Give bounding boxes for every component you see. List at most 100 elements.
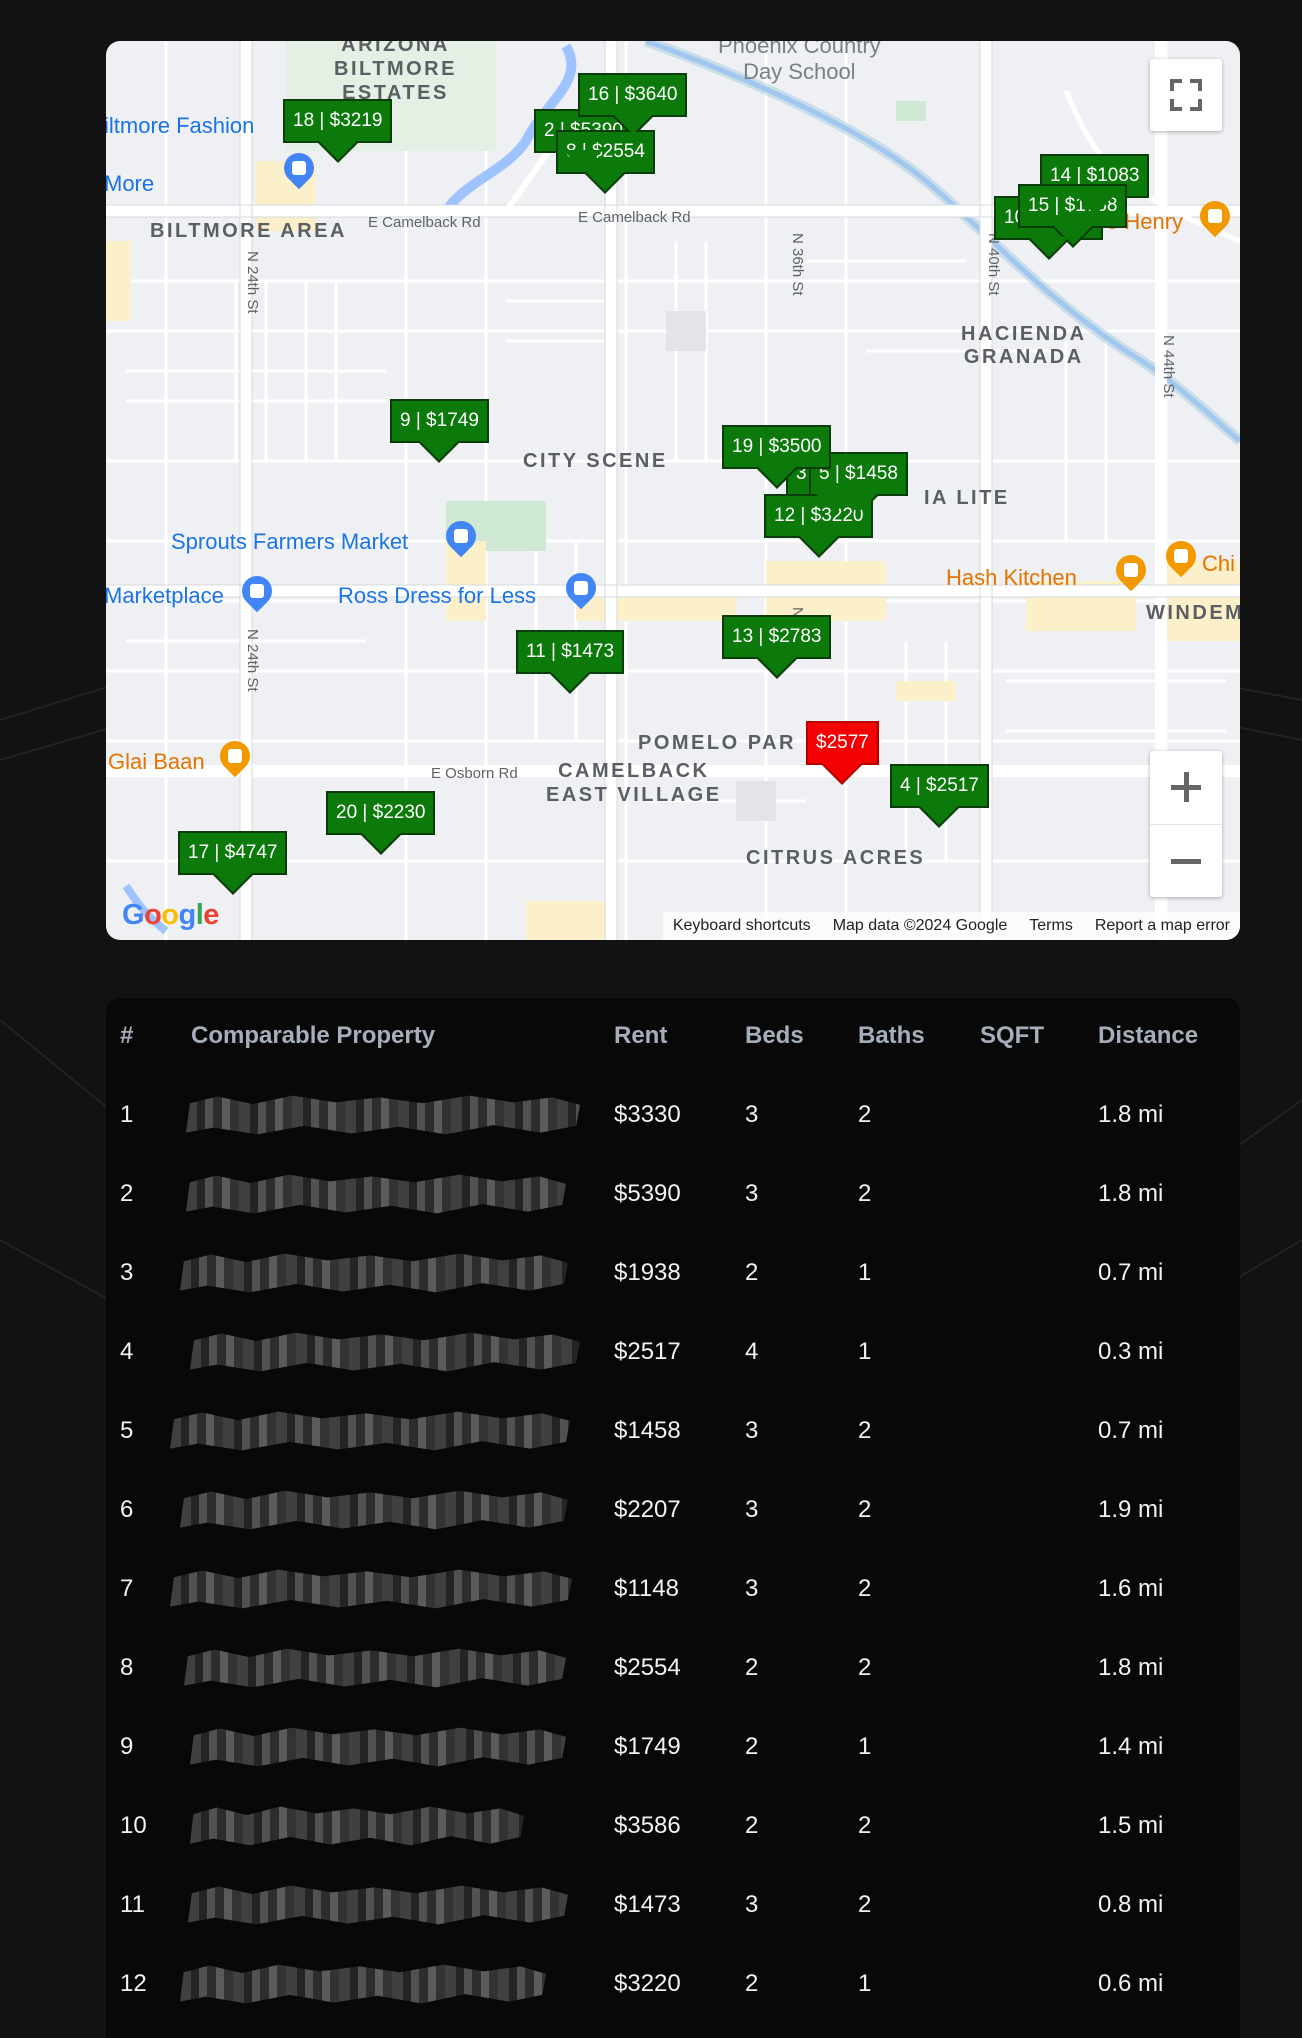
cell-beds: 2 [745, 1259, 759, 1286]
street-label-camelback-2: E Camelback Rd [578, 209, 691, 226]
cell-distance: 1.4 mi [1098, 1733, 1164, 1760]
street-label-camelback-1: E Camelback Rd [368, 214, 481, 231]
cell-baths: 1 [858, 1733, 872, 1760]
cell-rent: $1938 [614, 1259, 681, 1286]
cell-num: 8 [120, 1654, 134, 1681]
area-label-citrus-acres: CITRUS ACRES [746, 847, 926, 869]
area-label-camelback-east-village: CAMELBACK EAST VILLAGE [546, 760, 722, 806]
cell-rent: $1473 [614, 1891, 681, 1918]
cell-num: 12 [120, 1970, 147, 1997]
fullscreen-button[interactable] [1150, 59, 1222, 131]
cell-rent: $1749 [614, 1733, 681, 1760]
zoom-in-button[interactable] [1150, 751, 1222, 824]
comparables-map[interactable]: ARIZONA BILTMORE ESTATES BILTMORE AREA H… [106, 41, 1240, 940]
zoom-controls [1150, 751, 1222, 897]
poi-chi: Chi [1202, 551, 1236, 576]
cell-num: 10 [120, 1812, 147, 1839]
header-distance: Distance [1098, 1022, 1199, 1049]
map-marker-13[interactable]: 13 | $2783 [722, 615, 832, 679]
map-marker-17[interactable]: 17 | $4747 [178, 831, 288, 895]
area-label-arizona-biltmore: ARIZONA BILTMORE ESTATES [334, 41, 457, 104]
map-marker-19[interactable]: 19 | $3500 [722, 425, 832, 489]
cell-num: 4 [120, 1338, 134, 1365]
cell-baths: 2 [858, 1417, 872, 1444]
cell-beds: 2 [745, 1812, 759, 1839]
cell-distance: 0.8 mi [1098, 1891, 1164, 1918]
map-marker-20[interactable]: 20 | $2230 [326, 791, 436, 855]
map-data-text: Map data ©2024 Google [832, 917, 1008, 934]
cell-beds: 2 [745, 1970, 759, 1997]
terms-link[interactable]: Terms [1029, 917, 1073, 935]
street-label-44th: N 44th St [1160, 335, 1177, 398]
map-marker-4[interactable]: 4 | $2517 [890, 764, 989, 828]
street-label-24th-2: N 24th St [244, 629, 261, 692]
google-logo: Google [122, 899, 219, 931]
street-label-24th-1: N 24th St [244, 251, 261, 314]
zoom-out-button[interactable] [1150, 824, 1222, 897]
street-label-36th: N 36th St [789, 233, 806, 296]
poi-more: More [106, 171, 155, 196]
poi-hash-kitchen: Hash Kitchen [946, 565, 1077, 590]
cell-rent: $5390 [614, 1180, 681, 1207]
cell-rent: $2207 [614, 1496, 681, 1523]
map-marker-16[interactable]: 16 | $3640 [578, 73, 688, 137]
street-label-osborn: E Osborn Rd [431, 765, 518, 782]
poi-marketplace: Marketplace [106, 583, 224, 608]
map-marker-11[interactable]: 11 | $1473 [516, 630, 625, 694]
cell-rent: $3330 [614, 1101, 681, 1128]
cell-num: 9 [120, 1733, 134, 1760]
cell-rent: $2517 [614, 1338, 681, 1365]
cell-distance: 1.6 mi [1098, 1575, 1164, 1602]
cell-num: 1 [120, 1101, 134, 1128]
cell-distance: 0.6 mi [1098, 1970, 1164, 1997]
cell-rent: $2554 [614, 1654, 681, 1681]
cell-baths: 2 [858, 1891, 872, 1918]
poi-sprouts: Sprouts Farmers Market [171, 529, 409, 554]
header-beds: Beds [745, 1022, 804, 1049]
cell-beds: 4 [745, 1338, 759, 1365]
area-label-winden: WINDEM [1146, 602, 1240, 624]
minus-icon [1171, 859, 1201, 864]
map-marker-9[interactable]: 9 | $1749 [390, 399, 489, 463]
cell-num: 6 [120, 1496, 134, 1523]
poi-phoenix-country-day: Phoenix Country Day School [718, 41, 881, 84]
cell-num: 3 [120, 1259, 134, 1286]
cell-distance: 1.5 mi [1098, 1812, 1164, 1839]
cell-beds: 2 [745, 1733, 759, 1760]
cell-distance: 1.9 mi [1098, 1496, 1164, 1523]
cell-baths: 1 [858, 1970, 872, 1997]
cell-distance: 0.7 mi [1098, 1417, 1164, 1444]
map-marker-subject[interactable]: $2577 [806, 721, 879, 785]
report-map-error-link[interactable]: Report a map error [1095, 917, 1230, 935]
cell-distance: 0.7 mi [1098, 1259, 1164, 1286]
cell-num: 2 [120, 1180, 134, 1207]
poi-biltmore-fashion: iltmore Fashion [106, 113, 255, 138]
area-label-pomelo-park: POMELO PAR [638, 732, 796, 754]
header-rent: Rent [614, 1022, 668, 1049]
area-label-biltmore-area: BILTMORE AREA [150, 220, 347, 242]
cell-distance: 1.8 mi [1098, 1654, 1164, 1681]
map-attribution: Keyboard shortcuts Map data ©2024 Google… [662, 912, 1240, 940]
map-marker-18[interactable]: 18 | $3219 [283, 99, 393, 163]
cell-baths: 2 [858, 1575, 872, 1602]
area-label-via-lite: IA LITE [924, 487, 1010, 509]
cell-baths: 1 [858, 1338, 872, 1365]
cell-baths: 2 [858, 1101, 872, 1128]
header-property: Comparable Property [191, 1022, 436, 1049]
cell-beds: 3 [745, 1101, 759, 1128]
cell-distance: 1.8 mi [1098, 1101, 1164, 1128]
header-num: # [120, 1022, 134, 1049]
cell-baths: 2 [858, 1496, 872, 1523]
cell-beds: 3 [745, 1496, 759, 1523]
fullscreen-icon [1170, 79, 1202, 111]
cell-baths: 2 [858, 1180, 872, 1207]
header-sqft: SQFT [980, 1022, 1044, 1049]
cell-baths: 2 [858, 1812, 872, 1839]
keyboard-shortcuts-link[interactable]: Keyboard shortcuts [673, 917, 811, 935]
area-label-hacienda-granada: HACIENDA GRANADA [961, 323, 1087, 368]
cell-beds: 2 [745, 1654, 759, 1681]
cell-rent: $3586 [614, 1812, 681, 1839]
cell-num: 11 [120, 1891, 145, 1918]
cell-beds: 3 [745, 1417, 759, 1444]
cell-baths: 1 [858, 1259, 872, 1286]
